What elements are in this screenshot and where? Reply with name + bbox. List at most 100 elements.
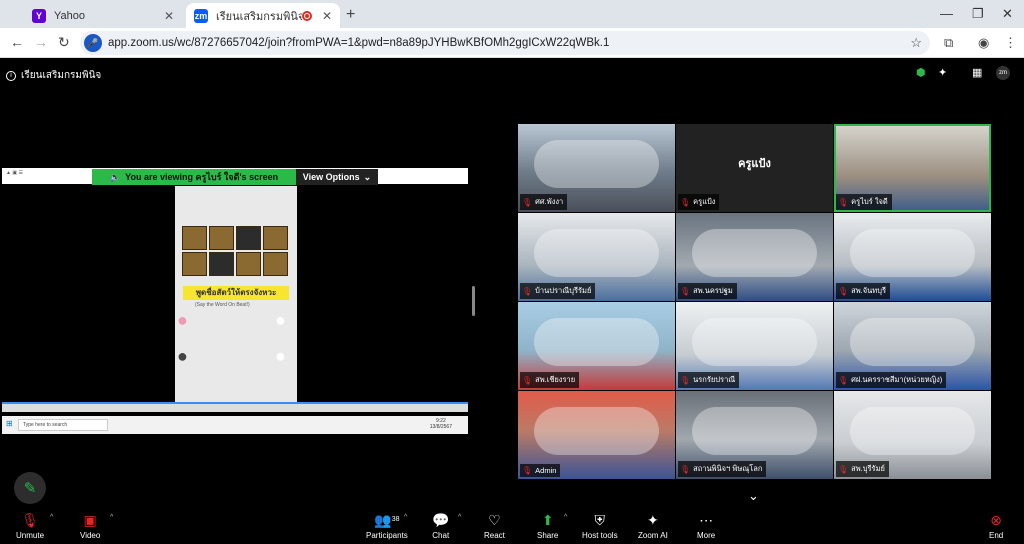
windows-start-icon: ⊞: [6, 419, 13, 428]
clock-date: 13/8/2567: [429, 424, 452, 430]
participant-tile[interactable]: 🎙 บ้านปราณีบุรีรัมย์: [518, 213, 675, 301]
participant-tile[interactable]: 🎙 นรกรัยปราณี: [676, 302, 833, 390]
participant-tile[interactable]: 🎙 สพ.จันทบุรี: [834, 213, 991, 301]
close-window-icon[interactable]: ✕: [1002, 6, 1013, 22]
zoom-ai-button[interactable]: ✦ Zoom AI: [638, 511, 668, 540]
participant-name: สพ.เชียงราย: [535, 375, 576, 384]
participant-name: ครูแป้ง: [693, 197, 716, 206]
blurred-video: [691, 406, 818, 456]
address-bar: ← → ↻ 🎤 app.zoom.us/wc/87276657042/join?…: [0, 28, 1024, 58]
participant-name-tag: 🎙 ศฝ.นครราชสีมา(หน่วยหญิง): [836, 372, 947, 388]
yahoo-favicon-icon: Y: [32, 8, 46, 23]
grid-cell: [182, 226, 207, 250]
profile-icon[interactable]: ◉: [978, 35, 989, 51]
mic-muted-icon: 🎙: [838, 197, 849, 207]
participant-tile[interactable]: ครูแป้ง 🎙 ครูแป้ง: [676, 124, 833, 212]
game-subtitle: (Say the Word On Beat!): [195, 302, 250, 308]
participant-name-card: ครูแป้ง: [738, 158, 771, 170]
close-tab-icon[interactable]: ✕: [322, 9, 332, 23]
view-options-button[interactable]: View Options ⌄: [296, 169, 378, 185]
participant-name-tag: 🎙 Admin: [520, 464, 561, 477]
participant-tile[interactable]: 🎙 สพ.เชียงราย: [518, 302, 675, 390]
panel-splitter[interactable]: [472, 286, 475, 316]
restore-icon[interactable]: ❐: [972, 6, 984, 22]
url-text: app.zoom.us/wc/87276657042/join?fromPWA=…: [108, 37, 610, 49]
meeting-header: i เรียนเสริมกรมพินิจ: [6, 68, 101, 83]
participant-tile[interactable]: 🎙 ศฝ.นครราชสีมา(หน่วยหญิง): [834, 302, 991, 390]
chat-caret-icon[interactable]: ^: [458, 514, 461, 521]
share-button[interactable]: ⬆ Share: [537, 511, 558, 540]
bookmark-star-icon[interactable]: ☆: [910, 35, 922, 51]
chevron-down-icon: ⌄: [363, 171, 372, 182]
layout-view-icon[interactable]: ▦: [972, 66, 982, 79]
end-call-icon: ⊗: [990, 512, 1002, 528]
chat-button[interactable]: 💬 Chat: [432, 511, 449, 540]
video-button[interactable]: ▣ Video: [80, 511, 100, 540]
game-panel: พูดชื่อสัตว์ให้ตรงจังหวะ (Say the Word O…: [175, 186, 297, 402]
extensions-icon[interactable]: ⧉: [944, 35, 953, 51]
mic-muted-icon: 🎙: [680, 286, 691, 296]
more-label: More: [697, 531, 716, 540]
close-tab-icon[interactable]: ✕: [164, 9, 174, 23]
grid-cell: [209, 252, 234, 276]
unmute-button[interactable]: 🎙 Unmute: [16, 511, 44, 540]
video-options-caret-icon[interactable]: ^: [110, 514, 113, 521]
react-button[interactable]: ♡ React: [484, 511, 505, 540]
forward-icon[interactable]: →: [34, 34, 48, 50]
participant-tile[interactable]: 🎙 ศศ.พังงา: [518, 124, 675, 212]
audio-options-caret-icon[interactable]: ^: [50, 514, 53, 521]
participants-caret-icon[interactable]: ^: [404, 514, 407, 521]
progress-fill: [2, 402, 468, 404]
host-tools-button[interactable]: ⛨ Host tools: [582, 511, 618, 540]
site-settings-icon[interactable]: 🎤: [84, 34, 102, 52]
viewing-text: You are viewing ครูไบร์ ใจดี's screen: [125, 172, 279, 182]
zoom-avatar-icon[interactable]: zm: [996, 66, 1010, 80]
end-label: End: [989, 531, 1004, 540]
meeting-title: เรียนเสริมกรมพินิจ: [21, 70, 102, 81]
viewing-banner: 🔈 You are viewing ครูไบร์ ใจดี's screen: [92, 169, 296, 185]
chevron-down-icon[interactable]: ⌄: [748, 488, 759, 504]
tab-yahoo[interactable]: Y Yahoo ✕: [24, 3, 182, 28]
video-progress-bar[interactable]: [2, 402, 468, 412]
taskbar-clock: 9:22 13/8/2567: [430, 418, 452, 430]
participants-icon: 👥38: [374, 512, 400, 528]
end-button[interactable]: ⊗ End: [989, 511, 1003, 540]
video-label: Video: [80, 531, 101, 540]
new-tab-icon[interactable]: +: [346, 6, 355, 24]
share-caret-icon[interactable]: ^: [564, 514, 567, 521]
tab-zoom-meeting[interactable]: zm เรียนเสริมกรมพินิจ ✕: [186, 3, 340, 28]
participants-button[interactable]: 👥38 Participants: [366, 511, 408, 540]
encryption-shield-icon[interactable]: ⬢: [916, 66, 926, 79]
back-icon[interactable]: ←: [10, 34, 24, 50]
blurred-video: [691, 228, 818, 278]
participant-name-tag: 🎙 บ้านปราณีบุรีรัมย์: [520, 283, 596, 299]
grid-cell: [209, 226, 234, 250]
menu-kebab-icon[interactable]: ⋮: [1004, 35, 1017, 51]
participant-tile[interactable]: 🎙 สพ.นครปฐม: [676, 213, 833, 301]
meeting-info-icon[interactable]: i: [6, 70, 16, 81]
url-field[interactable]: 🎤 app.zoom.us/wc/87276657042/join?fromPW…: [80, 31, 930, 55]
crow-icon: ●: [177, 346, 188, 366]
participant-name: ศฝ.นครราชสีมา(หน่วยหญิง): [851, 375, 943, 384]
participant-tile[interactable]: 🎙 สถานพินิจฯ พิษณุโลก: [676, 391, 833, 479]
participant-tile[interactable]: 🎙 ครูไบร์ ใจดี: [834, 124, 991, 212]
mic-muted-icon: 🎙: [522, 375, 533, 385]
ai-sparkle-icon[interactable]: ✦: [938, 66, 947, 79]
mic-muted-icon: 🎙: [680, 375, 691, 385]
annotate-pencil-button[interactable]: ✎: [14, 472, 46, 504]
share-label: Share: [537, 531, 559, 540]
minimize-icon[interactable]: —: [940, 6, 953, 21]
speaker-icon: 🔈: [109, 171, 122, 182]
mic-muted-icon: 🎙: [838, 286, 849, 296]
blurred-video: [533, 406, 660, 456]
participant-tile[interactable]: 🎙 Admin: [518, 391, 675, 479]
participant-name: นรกรัยปราณี: [693, 375, 736, 384]
zoom-favicon-icon: zm: [194, 8, 208, 23]
more-button[interactable]: ⋯ More: [697, 511, 715, 540]
tab-title: Yahoo: [54, 9, 85, 22]
participant-name: สพ.จันทบุรี: [851, 286, 887, 295]
game-title: พูดชื่อสัตว์ให้ตรงจังหวะ: [183, 286, 289, 300]
reload-icon[interactable]: ↻: [58, 34, 70, 51]
participant-tile[interactable]: 🎙 สพ.บุรีรัมย์: [834, 391, 991, 479]
grid-cell: [182, 252, 207, 276]
